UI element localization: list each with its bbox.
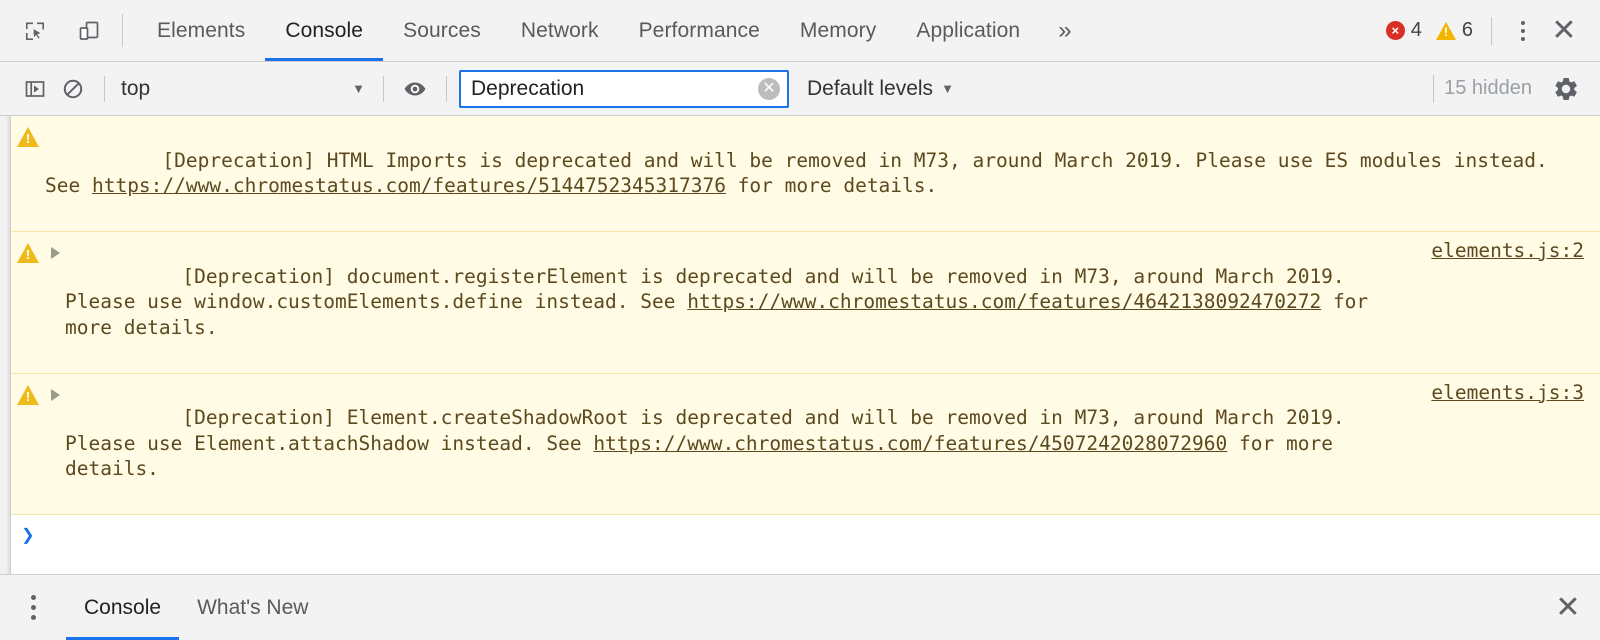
warning-count-value: 6: [1461, 19, 1473, 41]
expand-message-icon[interactable]: [45, 238, 65, 259]
tab-label: Memory: [799, 18, 877, 42]
message-source-link[interactable]: elements.js:3: [1421, 380, 1600, 406]
warning-glyph: !: [25, 388, 31, 404]
clear-filter-icon[interactable]: ✕: [758, 77, 780, 100]
message-source-link[interactable]: elements.js:2: [1421, 238, 1600, 264]
drawer-tab-list: Console What's New: [66, 575, 1536, 640]
console-message-row[interactable]: ! [Deprecation] Element.createShadowRoot…: [11, 373, 1600, 515]
tab-performance[interactable]: Performance: [619, 0, 780, 61]
more-tabs-label: »: [1058, 16, 1072, 44]
clear-console-icon[interactable]: [54, 70, 92, 108]
console-message-list[interactable]: ! [Deprecation] HTML Imports is deprecat…: [11, 116, 1600, 574]
message-link[interactable]: https://www.chromestatus.com/features/51…: [92, 174, 726, 197]
tab-label: Application: [916, 18, 1021, 42]
error-glyph: ×: [1391, 23, 1400, 38]
expand-message-icon[interactable]: [45, 380, 65, 401]
main-menu-icon[interactable]: [1504, 12, 1542, 50]
drawer-tab-whats-new[interactable]: What's New: [179, 575, 326, 640]
panel-tab-list: Elements Console Sources Network Perform…: [137, 0, 1380, 61]
execution-context-select[interactable]: top ▼: [117, 77, 371, 101]
tab-label: Performance: [638, 18, 760, 42]
log-levels-value: Default levels: [807, 76, 934, 100]
toolbar-left-icons: [0, 0, 108, 61]
filter-input-value: Deprecation: [471, 76, 585, 100]
tab-label: Network: [520, 18, 599, 42]
console-left-rail: [0, 116, 11, 574]
error-count-value: 4: [1410, 19, 1422, 41]
console-sidebar-toggle-icon[interactable]: [16, 70, 54, 108]
more-tabs-icon[interactable]: »: [1040, 0, 1089, 61]
console-filter-toolbar: top ▼ Deprecation ✕ Default levels ▼ 15 …: [0, 62, 1600, 116]
close-glyph: ✕: [1551, 13, 1577, 47]
warning-glyph: !: [1443, 24, 1448, 39]
warning-icon: !: [11, 238, 45, 263]
gear-icon[interactable]: [1546, 69, 1586, 109]
error-count-badge[interactable]: × 4: [1380, 19, 1428, 42]
message-link[interactable]: https://www.chromestatus.com/features/46…: [687, 290, 1321, 313]
console-filter-input[interactable]: Deprecation ✕: [459, 69, 789, 108]
tab-elements[interactable]: Elements: [137, 0, 265, 61]
chevron-down-icon: ▼: [941, 81, 954, 96]
eye-icon[interactable]: [396, 70, 434, 108]
warning-icon: !: [11, 380, 45, 405]
toolbar-divider: [1491, 16, 1492, 45]
warning-glyph: !: [25, 131, 31, 146]
console-message-row[interactable]: ! [Deprecation] document.registerElement…: [11, 232, 1600, 374]
log-levels-select[interactable]: Default levels ▼: [807, 77, 960, 101]
drawer-tab-console[interactable]: Console: [66, 575, 180, 640]
console-message-text: [Deprecation] document.registerElement i…: [65, 238, 1421, 366]
close-drawer-icon[interactable]: ✕: [1536, 575, 1600, 640]
prompt-chevron-icon: ❯: [21, 523, 35, 548]
toolbar-divider: [104, 75, 105, 102]
toolbar-right-group: × 4 ! 6 ✕: [1380, 0, 1600, 61]
toolbar-divider: [1433, 74, 1435, 103]
drawer-menu-icon[interactable]: [0, 575, 66, 640]
message-text-part: for more details.: [725, 174, 938, 197]
console-message-text: [Deprecation] Element.createShadowRoot i…: [65, 380, 1421, 508]
message-link[interactable]: https://www.chromestatus.com/features/45…: [593, 432, 1227, 455]
tab-console[interactable]: Console: [265, 0, 383, 61]
toolbar-divider: [383, 75, 384, 102]
tab-label: Console: [285, 18, 364, 42]
drawer-toolbar: Console What's New ✕: [0, 574, 1600, 640]
drawer-tab-label: Console: [84, 595, 162, 619]
toolbar-divider: [446, 75, 447, 102]
clear-filter-glyph: ✕: [762, 79, 776, 97]
console-prompt-input[interactable]: [45, 523, 1600, 549]
tab-sources[interactable]: Sources: [383, 0, 501, 61]
close-devtools-icon[interactable]: ✕: [1544, 11, 1584, 51]
console-prompt[interactable]: ❯: [11, 515, 1600, 549]
console-message-area: ! [Deprecation] HTML Imports is deprecat…: [0, 116, 1600, 574]
chevron-down-icon: ▼: [352, 81, 365, 96]
warning-icon: !: [11, 122, 45, 147]
error-icon: ×: [1385, 21, 1405, 40]
warning-count-badge[interactable]: ! 6: [1430, 19, 1479, 42]
main-toolbar: Elements Console Sources Network Perform…: [0, 0, 1600, 62]
devtools-window: Elements Console Sources Network Perform…: [0, 0, 1600, 640]
tab-memory[interactable]: Memory: [780, 0, 896, 61]
warning-glyph: !: [25, 247, 31, 262]
drawer-tab-label: What's New: [197, 595, 309, 619]
warning-icon: !: [1435, 21, 1456, 40]
inspect-element-icon[interactable]: [16, 12, 54, 50]
device-toolbar-icon[interactable]: [70, 12, 108, 50]
hidden-messages-count[interactable]: 15 hidden: [1444, 77, 1532, 100]
execution-context-value: top: [121, 76, 151, 100]
tab-label: Sources: [403, 18, 481, 42]
tab-network[interactable]: Network: [501, 0, 619, 61]
tab-label: Elements: [157, 18, 246, 42]
console-message-row[interactable]: ! [Deprecation] HTML Imports is deprecat…: [11, 116, 1600, 232]
console-message-text: [Deprecation] HTML Imports is deprecated…: [45, 122, 1600, 224]
tab-application[interactable]: Application: [896, 0, 1040, 61]
close-glyph: ✕: [1555, 590, 1581, 624]
toolbar-divider: [122, 14, 123, 47]
